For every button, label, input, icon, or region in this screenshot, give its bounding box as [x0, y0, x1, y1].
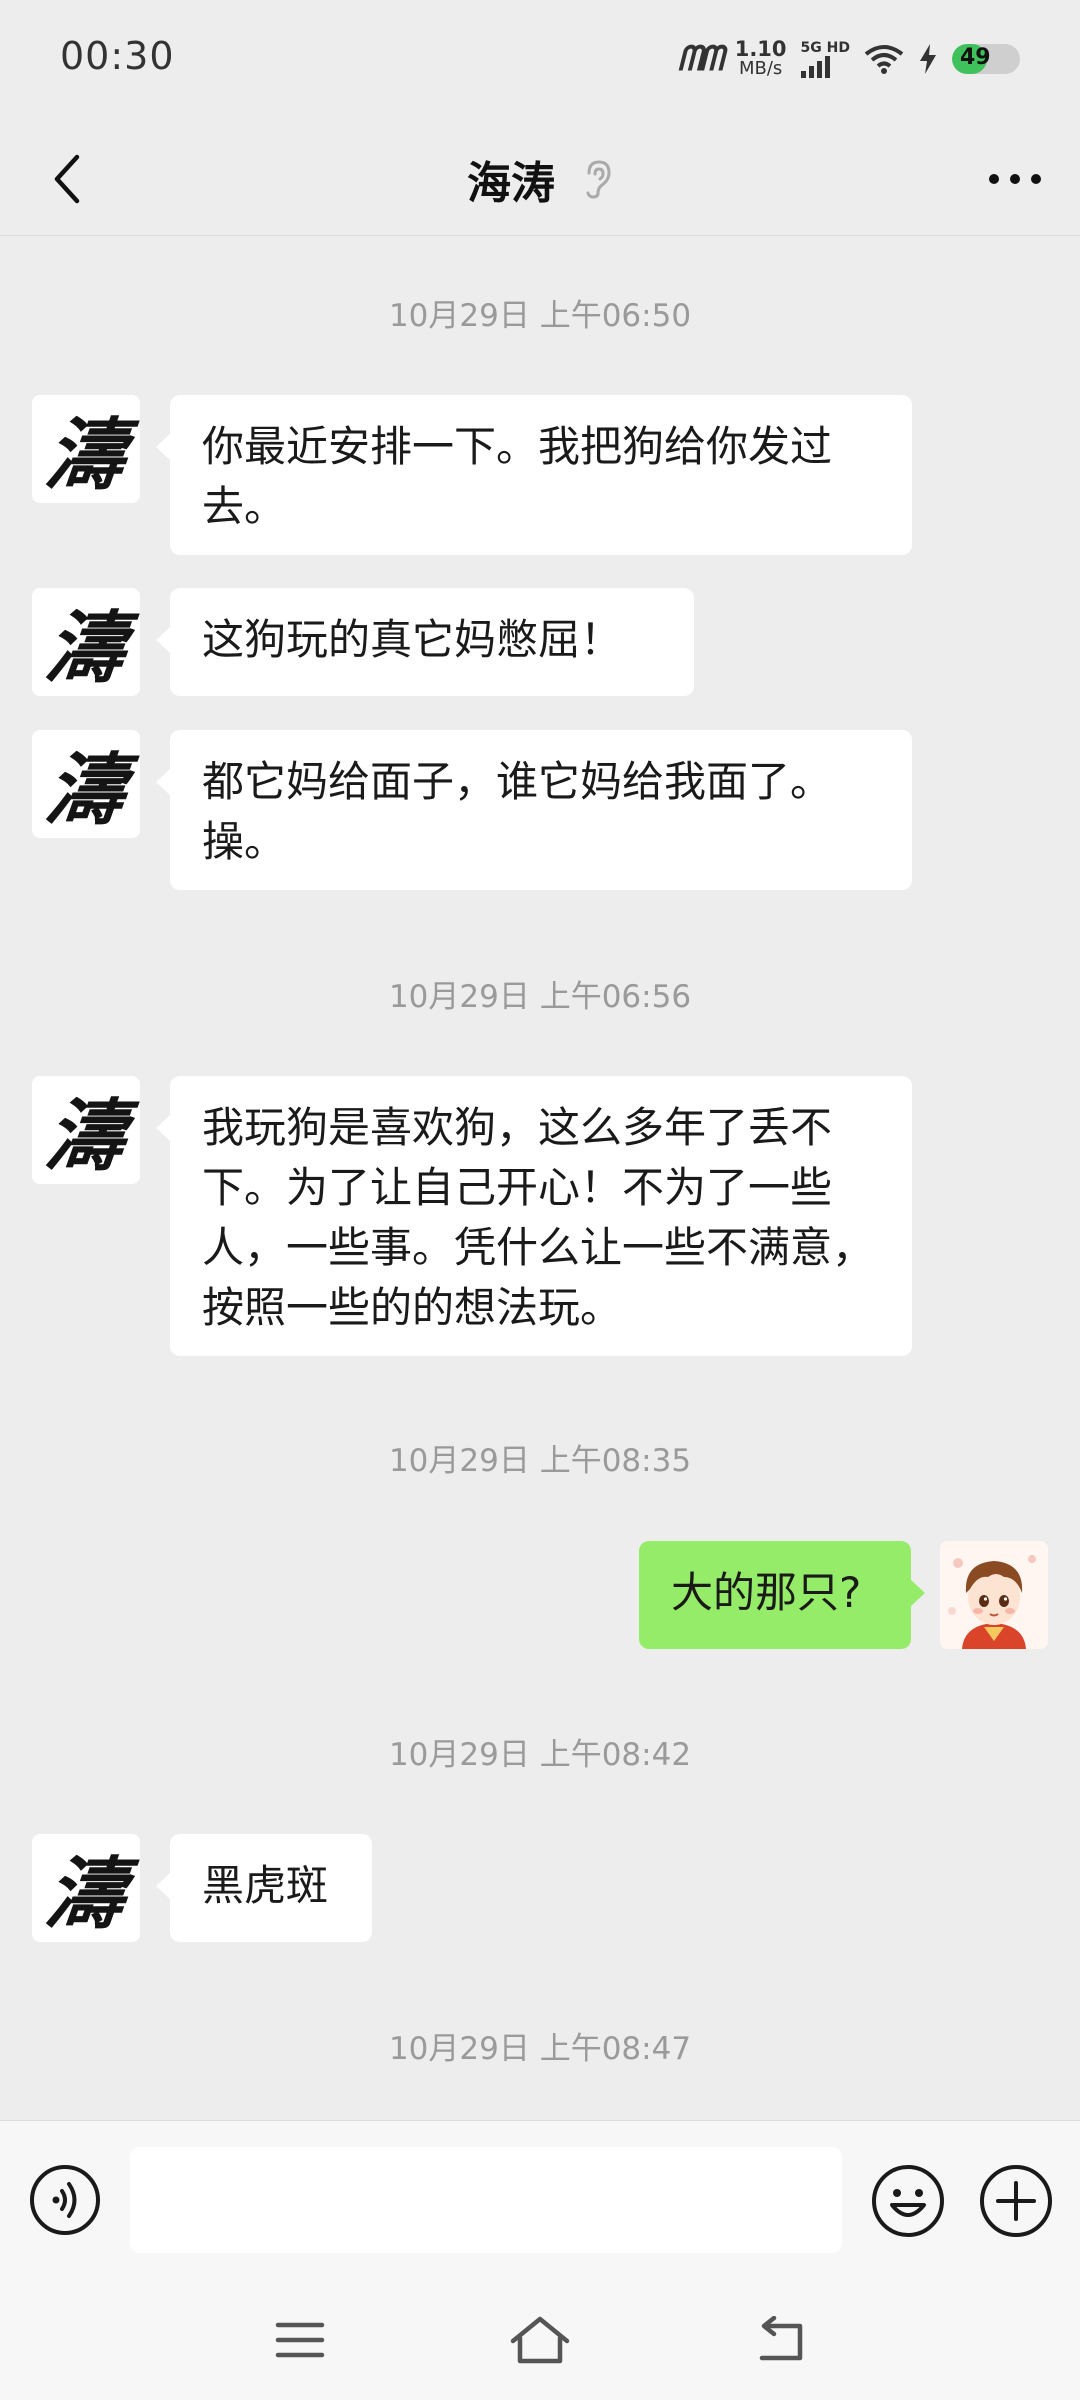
timestamp: 10月29日 上午06:50	[388, 298, 692, 334]
network-speed: 1.10 MB/s	[734, 37, 787, 79]
timestamp: 10月29日 上午08:35	[388, 1443, 692, 1479]
contact-avatar[interactable]: 濤	[32, 730, 140, 838]
contact-avatar[interactable]: 濤	[32, 1076, 140, 1184]
outgoing-message-bubble[interactable]: 大的那只?	[639, 1541, 925, 1649]
input-bar	[0, 2120, 1080, 2281]
more-button[interactable]	[980, 144, 1050, 214]
carrier-logo: ᗰᗰ	[677, 39, 724, 79]
wifi-icon	[864, 45, 904, 74]
signal-icon: 5G HD	[800, 40, 850, 78]
system-nav-bar	[0, 2280, 1080, 2400]
nav-back-button[interactable]	[745, 2310, 815, 2370]
emoji-icon[interactable]	[870, 2163, 946, 2239]
incoming-message-bubble[interactable]: 我玩狗是喜欢狗，这么多年了丢不下。为了让自己开心！不为了一些人，一些事。凭什么让…	[156, 1076, 912, 1356]
nav-home-button[interactable]	[505, 2310, 575, 2370]
cartoon-avatar-image	[940, 1541, 1048, 1649]
incoming-message-bubble[interactable]: 黑虎斑	[156, 1834, 372, 1942]
nav-menu-button[interactable]	[265, 2310, 335, 2370]
chat-header: 海涛	[0, 120, 1080, 236]
message-input[interactable]	[130, 2147, 842, 2253]
voice-input-icon[interactable]	[28, 2163, 102, 2237]
earpiece-icon	[586, 160, 611, 199]
battery-icon: 49	[952, 44, 1020, 74]
battery-level: 49	[960, 45, 991, 70]
network-speed-unit: MB/s	[738, 58, 783, 79]
status-bar: 00:30 ᗰᗰ 1.10 MB/s 5G HD 49	[0, 0, 1080, 120]
incoming-message-bubble[interactable]: 都它妈给面子，谁它妈给我面了。操。	[156, 730, 912, 890]
network-speed-value: 1.10	[734, 37, 787, 61]
timestamp: 10月29日 上午06:56	[388, 979, 692, 1015]
plus-icon[interactable]	[978, 2163, 1054, 2239]
incoming-message-bubble[interactable]: 这狗玩的真它妈憋屈！	[156, 588, 694, 696]
timestamp: 10月29日 上午08:42	[388, 1737, 692, 1773]
status-time: 00:30	[60, 34, 175, 78]
more-dots-icon	[989, 174, 1041, 184]
home-icon	[510, 2316, 570, 2364]
network-type: 5G HD	[800, 40, 850, 56]
my-avatar[interactable]	[940, 1541, 1048, 1649]
contact-avatar[interactable]: 濤	[32, 395, 140, 503]
timestamp: 10月29日 上午08:47	[388, 2031, 692, 2067]
contact-avatar[interactable]: 濤	[32, 588, 140, 696]
contact-avatar[interactable]: 濤	[32, 1834, 140, 1942]
title-area: 海涛	[0, 144, 1080, 214]
menu-icon	[275, 2322, 325, 2358]
back-icon	[759, 2316, 803, 2361]
charging-icon	[920, 44, 936, 74]
incoming-message-bubble[interactable]: 你最近安排一下。我把狗给你发过去。	[156, 395, 912, 555]
chat-title: 海涛	[467, 158, 555, 209]
status-icons: ᗰᗰ 1.10 MB/s 5G HD 49	[678, 30, 1020, 88]
